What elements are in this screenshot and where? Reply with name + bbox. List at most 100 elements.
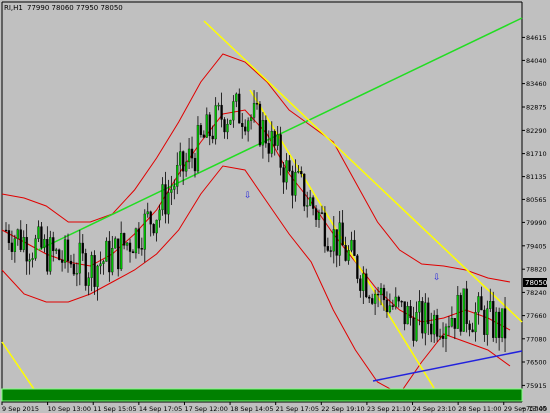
- candle-body: [415, 312, 418, 341]
- candle-body: [193, 157, 197, 172]
- candle-body: [444, 326, 448, 339]
- candle-body: [261, 120, 265, 146]
- candle-body: [105, 240, 108, 262]
- price-tick-label: 77080: [526, 335, 547, 343]
- candle-body: [394, 296, 397, 307]
- candle-body: [22, 236, 25, 250]
- candle-body: [317, 212, 321, 220]
- candle-body: [179, 151, 182, 166]
- candle-body: [49, 237, 52, 272]
- price-chart[interactable]: 84615 84040 83460 82875 82290 81710 81135 80565…: [0, 0, 550, 413]
- candle-body: [134, 228, 138, 254]
- time-tick-label: 10 Sep 13:00: [48, 405, 91, 413]
- ohlc-readout: 77990 78060 77950 78050: [27, 4, 123, 12]
- candle-body: [468, 323, 471, 330]
- candle-body: [456, 295, 459, 329]
- candle-body: [238, 93, 241, 124]
- chart-symbol-label: RI,H1: [4, 4, 23, 12]
- candle-body: [459, 295, 462, 332]
- candle-body: [229, 119, 232, 125]
- candle-body: [149, 211, 152, 225]
- candle-body: [43, 239, 46, 248]
- price-tick-label: 77660: [526, 312, 547, 320]
- candle-body: [406, 306, 409, 325]
- candle-body: [421, 301, 424, 334]
- time-tick-label: 11 Sep 15:05: [93, 405, 136, 413]
- candle-body: [497, 311, 501, 338]
- candle-body: [500, 308, 504, 338]
- candle-body: [418, 301, 421, 313]
- candle-body: [453, 318, 456, 329]
- candle-body: [303, 173, 306, 207]
- candle-body: [353, 239, 356, 256]
- price-tick-label: 78820: [526, 266, 547, 274]
- candle-body: [205, 114, 208, 138]
- candle-body: [329, 250, 332, 252]
- price-tick-label: 78240: [526, 289, 547, 297]
- price-tick-label: 82875: [526, 104, 547, 112]
- candle-body: [232, 101, 235, 121]
- time-tick-label: 23 Sep 21:10: [367, 405, 410, 413]
- candle-body: [164, 184, 167, 215]
- candle-body: [114, 238, 117, 249]
- candle-body: [309, 197, 312, 206]
- candle-body: [19, 229, 22, 250]
- candle-body: [208, 114, 211, 137]
- time-tick-label: 14 Sep 17:05: [139, 405, 182, 413]
- candle-body: [365, 273, 368, 298]
- time-tick-label: 24 Sep 23:10: [413, 405, 456, 413]
- price-tick-label: 83460: [526, 80, 547, 88]
- candle-body: [397, 296, 400, 302]
- candle-body: [483, 309, 486, 335]
- candle-body: [477, 296, 480, 313]
- candle-body: [258, 103, 262, 146]
- candle-body: [34, 238, 37, 259]
- candle-body: [4, 229, 8, 232]
- candle-body: [382, 287, 386, 301]
- candle-body: [492, 301, 495, 338]
- candle-body: [226, 123, 229, 133]
- candle-body: [16, 229, 19, 239]
- candle-body: [117, 238, 120, 270]
- candle-body: [108, 240, 111, 273]
- candle-body: [264, 120, 268, 144]
- candle-body: [465, 288, 468, 325]
- candle-body: [379, 287, 383, 295]
- candle-body: [450, 318, 454, 327]
- candle-body: [170, 189, 173, 193]
- volume-indicator-strip[interactable]: [1, 388, 523, 402]
- candle-body: [199, 125, 203, 135]
- candle-body: [270, 131, 273, 154]
- candle-body: [267, 143, 270, 154]
- candle-body: [438, 335, 442, 338]
- candle-body: [152, 223, 155, 234]
- price-tick-label: 84040: [526, 57, 547, 65]
- candle-body: [368, 296, 371, 299]
- candle-body: [131, 251, 135, 254]
- candle-body: [424, 302, 427, 334]
- candle-body: [102, 261, 105, 264]
- candle-body: [158, 209, 161, 221]
- candle-body: [391, 305, 394, 307]
- candle-body: [125, 242, 129, 246]
- chart-window[interactable]: 84615 84040 83460 82875 82290 81710 81135 80565…: [0, 0, 550, 413]
- candle-body: [338, 222, 341, 256]
- candle-body: [66, 239, 70, 262]
- time-tick-label: 22 Sep 19:10: [321, 405, 364, 413]
- candle-body: [235, 93, 238, 102]
- candle-body: [155, 219, 158, 234]
- candle-body: [311, 197, 315, 209]
- candle-body: [344, 245, 347, 261]
- price-tick-label: 81710: [526, 150, 547, 158]
- candle-body: [409, 306, 412, 319]
- candle-body: [7, 230, 11, 244]
- candle-body: [276, 134, 279, 146]
- candle-body: [341, 222, 344, 246]
- time-tick-label: 17 Sep 12:00: [184, 405, 227, 413]
- candle-body: [306, 205, 309, 207]
- time-tick-label: 28 Sep 11:00: [458, 405, 501, 413]
- candle-body: [314, 208, 318, 220]
- candle-body: [474, 312, 477, 333]
- price-tick-label: 82290: [526, 127, 547, 135]
- candle-body: [214, 105, 217, 140]
